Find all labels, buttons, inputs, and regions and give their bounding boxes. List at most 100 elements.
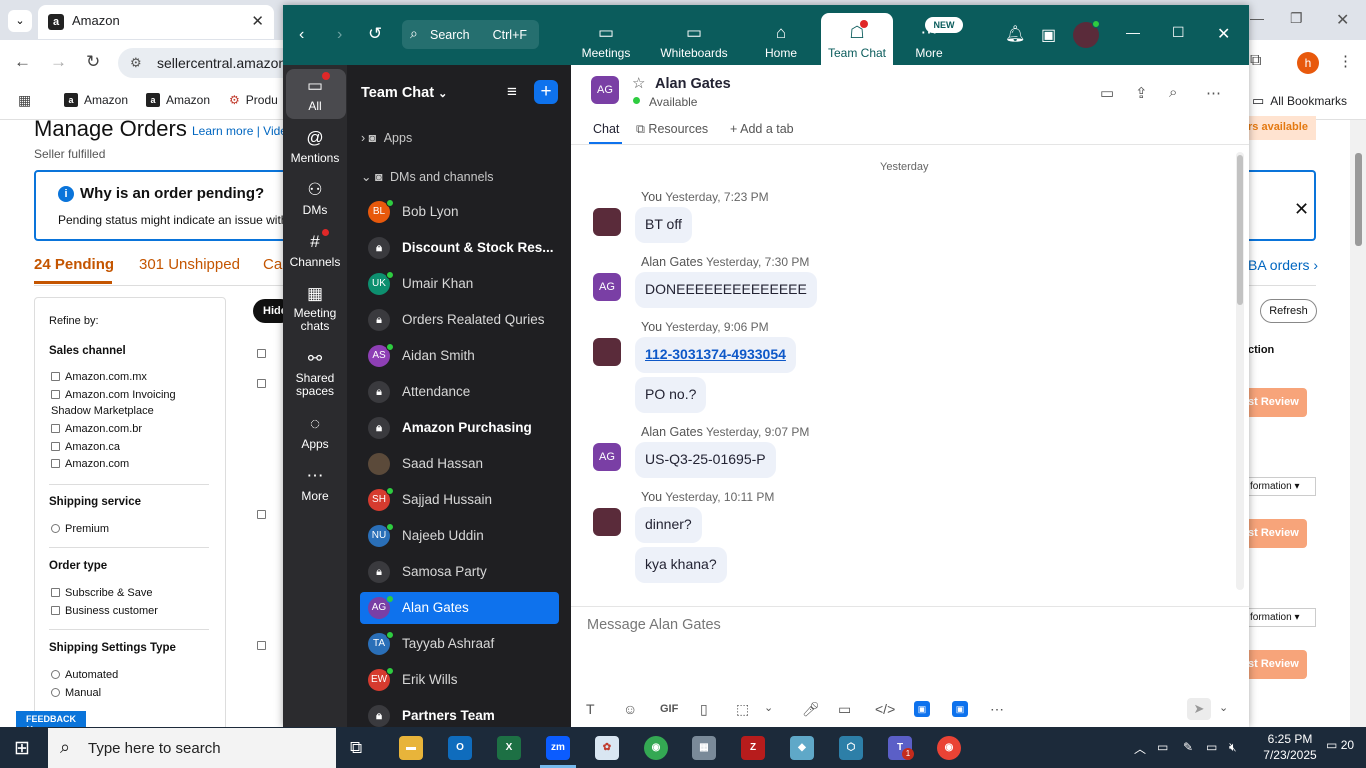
forward-icon[interactable]: › [337,26,342,44]
forward-icon[interactable]: → [50,52,67,72]
video-camera-icon[interactable]: ▭ [1100,84,1114,102]
zoom-icon[interactable]: zm [546,736,570,760]
more-dots-icon[interactable]: ⋯ [1206,84,1221,102]
channel-partners-team[interactable]: 🔒︎ Partners Team [360,700,559,727]
add-tab[interactable]: + Add a tab [730,122,794,136]
order-type-checkbox[interactable]: Business customer [51,605,158,617]
order-number-link[interactable]: 112-3031374-4933054 [645,346,786,362]
contact-najeeb-uddin[interactable]: NU Najeeb Uddin [360,520,559,552]
contact-sajjad-hussain[interactable]: SH Sajjad Hussain [360,484,559,516]
taskbar-search[interactable]: ⌕ Type here to search [48,728,336,768]
message-bubble[interactable]: dinner? [635,507,702,543]
tab-chat[interactable]: Chat [593,122,619,136]
row-checkbox[interactable] [257,374,271,392]
nav-whiteboards[interactable]: ▭ Whiteboards [655,24,733,61]
new-chat-button[interactable]: + [534,80,558,104]
pen-icon[interactable]: ✎ [1183,740,1193,754]
chevron-down-icon[interactable]: ⌄ [1219,701,1228,714]
system-clock[interactable]: 6:25 PM 7/23/2025 [1260,731,1320,763]
notification-center[interactable]: ▭ 20 [1326,738,1354,752]
sidebar-title[interactable]: Team Chat ⌄ [361,85,447,101]
rail-dms[interactable]: ⚇ DMs [285,180,345,217]
app-icon[interactable]: ✿ [595,736,619,760]
site-info-icon[interactable]: ⚙ [130,55,142,71]
premium-radio[interactable]: Premium [51,523,109,535]
chrome-profile-icon[interactable]: ◉ [937,736,961,760]
apps-grid-icon[interactable]: ▦ [18,92,31,109]
channel-checkbox[interactable]: Amazon.com.mx [51,371,147,383]
row-checkbox[interactable] [257,505,271,523]
channel-samosa-party[interactable]: 🔒︎ Samosa Party [360,556,559,588]
nav-meetings[interactable]: ▭ Meetings [575,24,637,61]
channel-checkbox[interactable]: Amazon.com [51,458,129,470]
app-icon[interactable]: ⬡ [839,736,863,760]
rail-more[interactable]: ⋯ More [285,466,345,503]
rail-all[interactable]: ▭ All [285,76,345,113]
bookmark-amazon-1[interactable]: a Amazon [64,93,128,107]
rail-channels[interactable]: # Channels [285,232,345,269]
feedback-tab[interactable]: FEEDBACK ✕ [16,711,86,734]
filezilla-icon[interactable]: Z [741,736,765,760]
chrome-icon[interactable]: ◉ [644,736,668,760]
message-bubble[interactable]: kya khana? [635,547,727,583]
chevron-up-icon[interactable]: ︿ [1134,740,1146,757]
windows-start-icon[interactable]: ⊞ [14,737,30,760]
display-icon[interactable]: ▭ [1206,740,1217,754]
gif-icon[interactable]: GIF [660,703,678,715]
channel-discount-stock[interactable]: 🔒︎ Discount & Stock Res... [360,232,559,264]
file-icon[interactable]: ▯ [700,701,708,718]
group-dms[interactable]: ⌄ ◙ DMs and channels [361,169,494,184]
chat-contact-name[interactable]: Alan Gates [655,76,731,92]
row-checkbox[interactable] [257,636,271,654]
channel-attendance[interactable]: 🔒︎ Attendance [360,376,559,408]
request-review-button[interactable]: st Review [1248,388,1307,417]
contact-umair-khan[interactable]: UK Umair Khan [360,268,559,300]
restore-icon[interactable]: ❐ [1290,10,1303,27]
app-icon[interactable]: ▣ [1041,25,1056,45]
tab-pending[interactable]: 24 Pending [34,256,114,273]
chat-scrollbar-thumb[interactable] [1237,155,1243,305]
message-input[interactable]: Message Alan Gates [587,617,721,633]
channel-checkbox[interactable]: Amazon.com Invoicing [51,389,176,401]
tab-unshipped[interactable]: 301 Unshipped [139,256,240,273]
back-icon[interactable]: ← [14,52,31,72]
history-icon[interactable]: ↺ [368,24,382,44]
request-review-button[interactable]: st Review [1248,519,1307,548]
video-message-icon[interactable]: ▭ [838,701,851,718]
channel-orders-queries[interactable]: 🔒︎ Orders Realated Quries [360,304,559,336]
code-icon[interactable]: </> [875,701,895,717]
all-bookmarks[interactable]: ▭ All Bookmarks [1252,93,1347,109]
channel-amazon-purchasing[interactable]: 🔒︎ Amazon Purchasing [360,412,559,444]
maximize-icon[interactable]: ☐ [1172,24,1185,41]
information-dropdown[interactable]: formation ▾ [1248,608,1316,627]
page-scrollbar-thumb[interactable] [1355,153,1362,246]
group-apps[interactable]: › ◙ Apps [361,131,412,145]
message-bubble[interactable]: 112-3031374-4933054 [635,337,796,373]
extensions-icon[interactable]: ⧉ [1250,52,1261,70]
rail-apps[interactable]: ◌ Apps [285,414,345,451]
calculator-icon[interactable]: ▦ [692,736,716,760]
network-icon[interactable]: ▭ [1157,740,1168,754]
address-bar[interactable]: ⚙ sellercentral.amazon [118,48,308,78]
fba-orders-link[interactable]: BA orders › [1248,257,1318,273]
chevron-down-icon[interactable]: ⌄ [764,701,773,714]
microphone-icon[interactable]: 🎤︎ [802,701,820,718]
text-format-icon[interactable]: T [586,701,595,717]
outlook-icon[interactable]: O [448,736,472,760]
contact-erik-wills[interactable]: EW Erik Wills [360,664,559,696]
back-icon[interactable]: ‹ [299,26,304,44]
emoji-icon[interactable]: ☺ [623,701,637,717]
reload-icon[interactable]: ↻ [86,52,100,72]
share-screen-icon[interactable]: ⇪ [1135,84,1148,102]
zoom-search[interactable]: ⌕ Search Ctrl+F [402,20,539,49]
contact-bob-lyon[interactable]: BL Bob Lyon [360,196,559,228]
information-dropdown[interactable]: formation ▾ [1248,477,1316,496]
screenshot-icon[interactable]: ⬚ [736,701,749,718]
message-bubble[interactable]: BT off [635,207,692,243]
rail-shared-spaces[interactable]: ⚯ Shared spaces [285,349,345,398]
rail-meeting-chats[interactable]: ▦ Meeting chats [285,284,345,333]
file-explorer-icon[interactable]: ▬ [399,736,423,760]
refresh-button[interactable]: Refresh [1260,299,1317,323]
filter-icon[interactable]: ≡ [507,82,517,102]
app-icon[interactable]: ◆ [790,736,814,760]
